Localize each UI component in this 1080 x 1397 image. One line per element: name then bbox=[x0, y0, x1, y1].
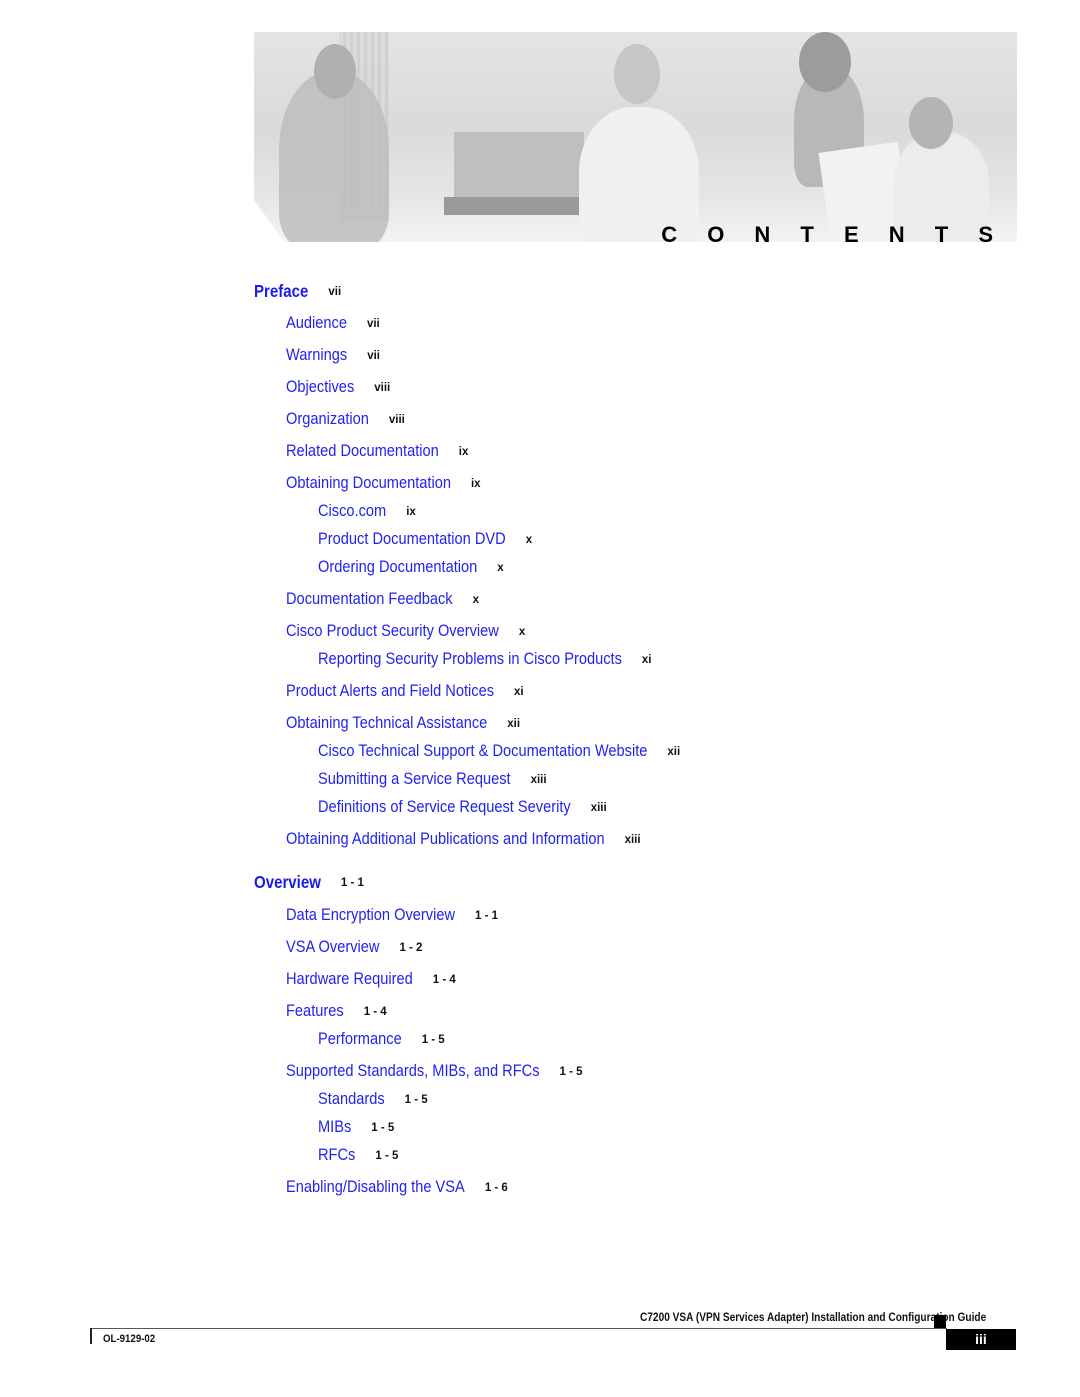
header-banner-photo: C O N T E N T S bbox=[254, 32, 1017, 242]
footer-tick-mark bbox=[90, 1328, 92, 1344]
footer-divider bbox=[90, 1328, 947, 1329]
toc-entry-link[interactable]: Obtaining Documentation bbox=[286, 473, 451, 493]
toc-page-number: 1 - 6 bbox=[484, 1182, 508, 1194]
document-number: OL-9129-02 bbox=[103, 1333, 156, 1345]
toc-page-number: x bbox=[525, 534, 533, 546]
toc-entry-link[interactable]: Reporting Security Problems in Cisco Pro… bbox=[318, 649, 622, 669]
toc-page-number: viii bbox=[388, 414, 405, 426]
toc-page-number: 1 - 5 bbox=[421, 1034, 445, 1046]
toc-entry-link[interactable]: Objectives bbox=[286, 377, 354, 397]
toc-page-number: 1 - 4 bbox=[432, 974, 456, 986]
toc-entry-link[interactable]: Warnings bbox=[286, 345, 347, 365]
toc-page-number: xiii bbox=[590, 802, 607, 814]
toc-entry-link[interactable]: Standards bbox=[318, 1089, 385, 1109]
toc-entry-link[interactable]: Overview bbox=[254, 872, 321, 893]
toc-entry-link[interactable]: Performance bbox=[318, 1029, 402, 1049]
toc-page-number: 1 - 5 bbox=[404, 1094, 428, 1106]
toc-entry-link[interactable]: Enabling/Disabling the VSA bbox=[286, 1177, 465, 1197]
toc-page-number: viii bbox=[374, 382, 391, 394]
toc-entry-link[interactable]: Features bbox=[286, 1001, 344, 1021]
toc-page-number: xi bbox=[641, 654, 652, 666]
toc-entry-link[interactable]: Audience bbox=[286, 313, 347, 333]
toc-entry-link[interactable]: RFCs bbox=[318, 1145, 355, 1165]
toc-entry-link[interactable]: Preface bbox=[254, 281, 308, 302]
toc-entry-link[interactable]: Cisco Technical Support & Documentation … bbox=[318, 741, 647, 761]
toc-page-number: xiii bbox=[530, 774, 547, 786]
toc-page-number: 1 - 4 bbox=[363, 1006, 387, 1018]
toc-entry-link[interactable]: Hardware Required bbox=[286, 969, 413, 989]
toc-page-number: vii bbox=[366, 318, 380, 330]
person-head bbox=[909, 97, 953, 149]
person-head bbox=[799, 32, 851, 92]
toc-page-number: vii bbox=[328, 286, 342, 298]
toc-page-number: ix bbox=[470, 478, 481, 490]
toc-page-number: vii bbox=[367, 350, 380, 362]
toc-entry-link[interactable]: Obtaining Technical Assistance bbox=[286, 713, 487, 733]
toc-page-number: xii bbox=[667, 746, 681, 758]
toc-page-number: 1 - 1 bbox=[475, 910, 499, 922]
toc-page-number: x bbox=[472, 594, 480, 606]
toc-page-number: 1 - 5 bbox=[371, 1122, 395, 1134]
toc-entry-link[interactable]: Obtaining Additional Publications and In… bbox=[286, 829, 605, 849]
toc-entry-link[interactable]: Supported Standards, MIBs, and RFCs bbox=[286, 1061, 540, 1081]
toc-page-number: xiii bbox=[624, 834, 641, 846]
toc-entry-link[interactable]: Submitting a Service Request bbox=[318, 769, 511, 789]
toc-page-number: ix bbox=[458, 446, 469, 458]
toc-entry-link[interactable]: Definitions of Service Request Severity bbox=[318, 797, 571, 817]
toc-entry-link[interactable]: Documentation Feedback bbox=[286, 589, 453, 609]
toc-entry-link[interactable]: Product Documentation DVD bbox=[318, 529, 506, 549]
toc-page-number: 1 - 5 bbox=[559, 1066, 583, 1078]
toc-page-number: xi bbox=[514, 686, 524, 698]
toc-page-number: 1 - 1 bbox=[340, 877, 364, 889]
toc-entry-link[interactable]: Data Encryption Overview bbox=[286, 905, 455, 925]
toc-entry-link[interactable]: MIBs bbox=[318, 1117, 351, 1137]
toc-page-number: xii bbox=[507, 718, 521, 730]
contents-heading: C O N T E N T S bbox=[661, 222, 1005, 242]
toc-entry-link[interactable]: Organization bbox=[286, 409, 369, 429]
person-head bbox=[614, 44, 660, 104]
toc-entry-link[interactable]: Ordering Documentation bbox=[318, 557, 477, 577]
toc-page-number: x bbox=[497, 562, 504, 574]
footer-marker bbox=[934, 1315, 946, 1329]
toc-page-number: ix bbox=[406, 506, 416, 518]
toc-entry-link[interactable]: Related Documentation bbox=[286, 441, 439, 461]
laptop-base-image bbox=[444, 197, 594, 215]
laptop-image bbox=[454, 132, 584, 207]
page-number: iii bbox=[946, 1329, 1016, 1350]
toc-entry-link[interactable]: Cisco Product Security Overview bbox=[286, 621, 499, 641]
toc-entry-link[interactable]: Cisco.com bbox=[318, 501, 386, 521]
person-head bbox=[314, 44, 356, 99]
toc-entry-link[interactable]: VSA Overview bbox=[286, 937, 379, 957]
toc-entry-link[interactable]: Product Alerts and Field Notices bbox=[286, 681, 494, 701]
toc-page-number: 1 - 2 bbox=[399, 942, 423, 954]
toc-page-number: 1 - 5 bbox=[375, 1150, 399, 1162]
toc-page-number: x bbox=[518, 626, 526, 638]
